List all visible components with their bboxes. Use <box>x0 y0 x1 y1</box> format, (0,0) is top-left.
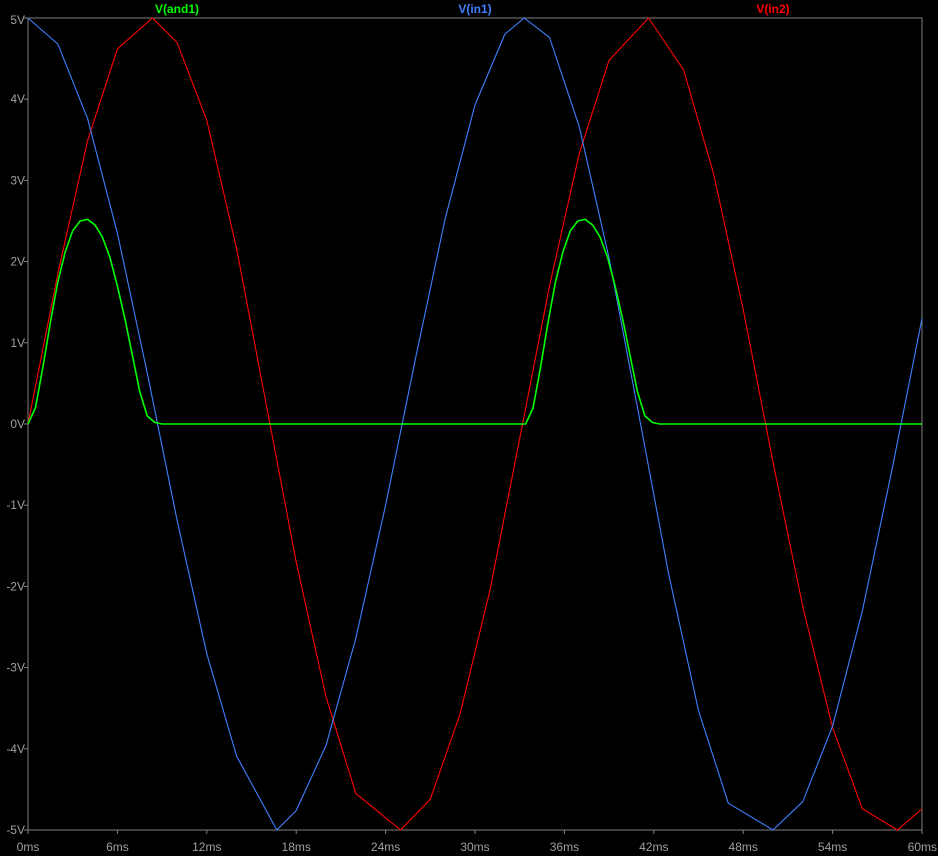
y-axis: 5V 4V 3V 2V 1V 0V -1V -2V -3V -4V -5V <box>6 13 28 837</box>
y-tick-label: 4V <box>10 92 25 106</box>
x-tick-label: 60ms <box>908 840 937 854</box>
x-tick-label: 6ms <box>106 840 129 854</box>
x-axis: 0ms 6ms 12ms 18ms 24ms 30ms 36ms 42ms 48ms 54ms 60… <box>17 830 937 854</box>
legend-entry[interactable]: V(in1) <box>458 2 491 16</box>
y-tick-label: -1V <box>6 498 25 512</box>
y-tick-label: 2V <box>10 255 25 269</box>
y-tick-label: -3V <box>6 661 25 675</box>
x-tick-label: 36ms <box>550 840 579 854</box>
y-tick-label: 0V <box>10 417 25 431</box>
y-tick-label: 5V <box>10 13 25 27</box>
legend-entry[interactable]: V(and1) <box>155 2 199 16</box>
x-tick-label: 12ms <box>192 840 221 854</box>
legend: V(and1) V(in1) V(in2) <box>155 2 790 16</box>
x-tick-label: 48ms <box>729 840 758 854</box>
x-tick-label: 0ms <box>17 840 40 854</box>
y-tick-label: 3V <box>10 173 25 187</box>
y-tick-label: 1V <box>10 336 25 350</box>
x-tick-label: 30ms <box>460 840 489 854</box>
legend-entry[interactable]: V(in2) <box>756 2 789 16</box>
x-tick-label: 54ms <box>818 840 847 854</box>
x-tick-label: 24ms <box>371 840 400 854</box>
waveform-chart-svg: 5V 4V 3V 2V 1V 0V -1V -2V -3V -4V -5V 0ms 6ms 12ms 18… <box>6 2 937 854</box>
x-tick-label: 42ms <box>639 840 668 854</box>
waveform-plot: 5V 4V 3V 2V 1V 0V -1V -2V -3V -4V -5V 0ms 6ms 12ms 18… <box>0 0 938 856</box>
y-tick-label: -4V <box>6 742 25 756</box>
x-tick-label: 18ms <box>282 840 311 854</box>
y-tick-label: -2V <box>6 579 25 593</box>
y-tick-label: -5V <box>6 823 25 837</box>
